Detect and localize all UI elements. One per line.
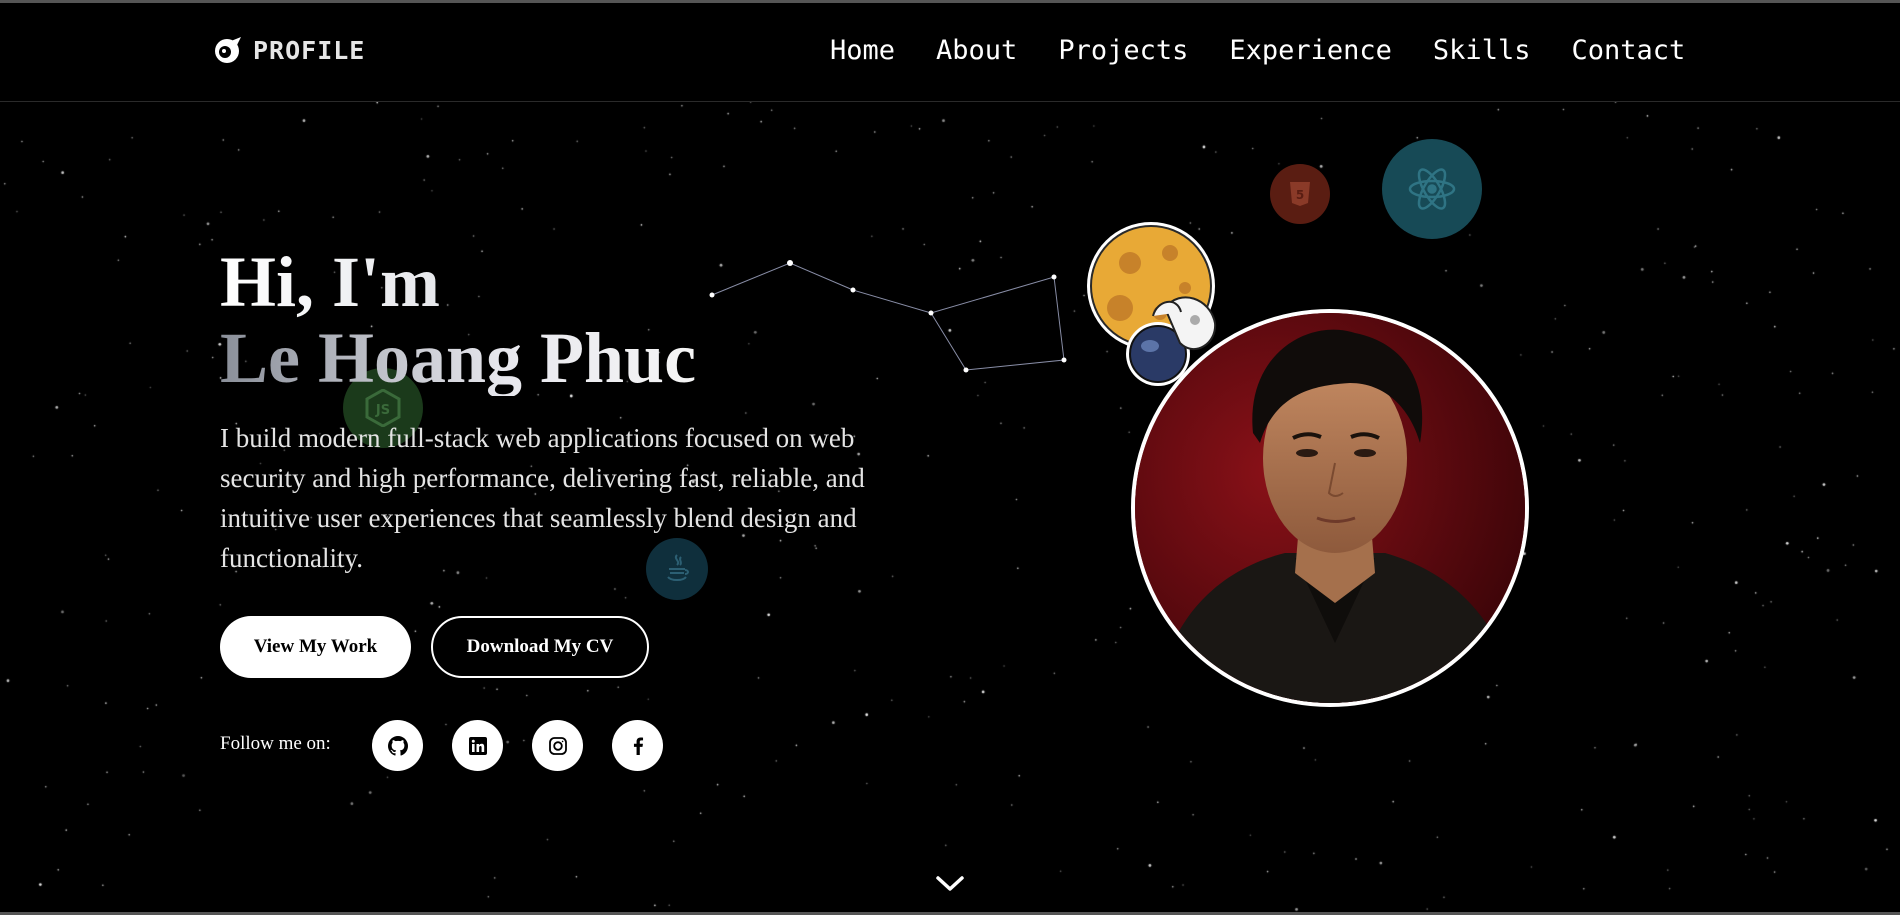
github-icon: [387, 735, 408, 756]
follow-label: Follow me on:: [220, 733, 331, 754]
top-navbar: PROFILE Home About Projects Experience S…: [0, 0, 1900, 102]
nav-about[interactable]: About: [936, 35, 1017, 66]
hero-name: Le Hoang Phuc: [220, 318, 697, 398]
instagram-link[interactable]: [532, 720, 583, 771]
nav-skills[interactable]: Skills: [1433, 35, 1531, 66]
view-my-work-button[interactable]: View My Work: [220, 616, 411, 678]
github-link[interactable]: [372, 720, 423, 771]
svg-text:5: 5: [1296, 188, 1304, 202]
hero-description: I build modern full-stack web applicatio…: [220, 423, 865, 573]
astronaut-moon-sticker: [1087, 222, 1217, 386]
react-icon: [1382, 139, 1482, 239]
svg-text:JS: JS: [375, 403, 390, 418]
facebook-link[interactable]: [612, 720, 663, 771]
nav-contact[interactable]: Contact: [1571, 35, 1685, 66]
html5-icon: 5: [1270, 164, 1330, 224]
download-cv-button[interactable]: Download My CV: [431, 616, 649, 678]
linkedin-link[interactable]: [452, 720, 503, 771]
nav-experience[interactable]: Experience: [1229, 35, 1392, 66]
hero-greeting: Hi, I'm: [220, 244, 696, 320]
brand-name: PROFILE: [253, 35, 366, 65]
astronaut-logo-icon: [215, 37, 241, 63]
nav-projects[interactable]: Projects: [1058, 35, 1188, 66]
instagram-icon: [548, 736, 567, 755]
linkedin-icon: [468, 736, 487, 755]
hero-title: Hi, I'm Le Hoang Phuc: [220, 244, 696, 396]
main-nav: Home About Projects Experience Skills Co…: [830, 35, 1685, 66]
facebook-icon: [633, 736, 643, 755]
nav-home[interactable]: Home: [830, 35, 895, 66]
constellation-decoration: [709, 260, 1067, 373]
brand-logo[interactable]: PROFILE: [213, 35, 365, 65]
scroll-down-chevron-icon[interactable]: [935, 874, 965, 894]
